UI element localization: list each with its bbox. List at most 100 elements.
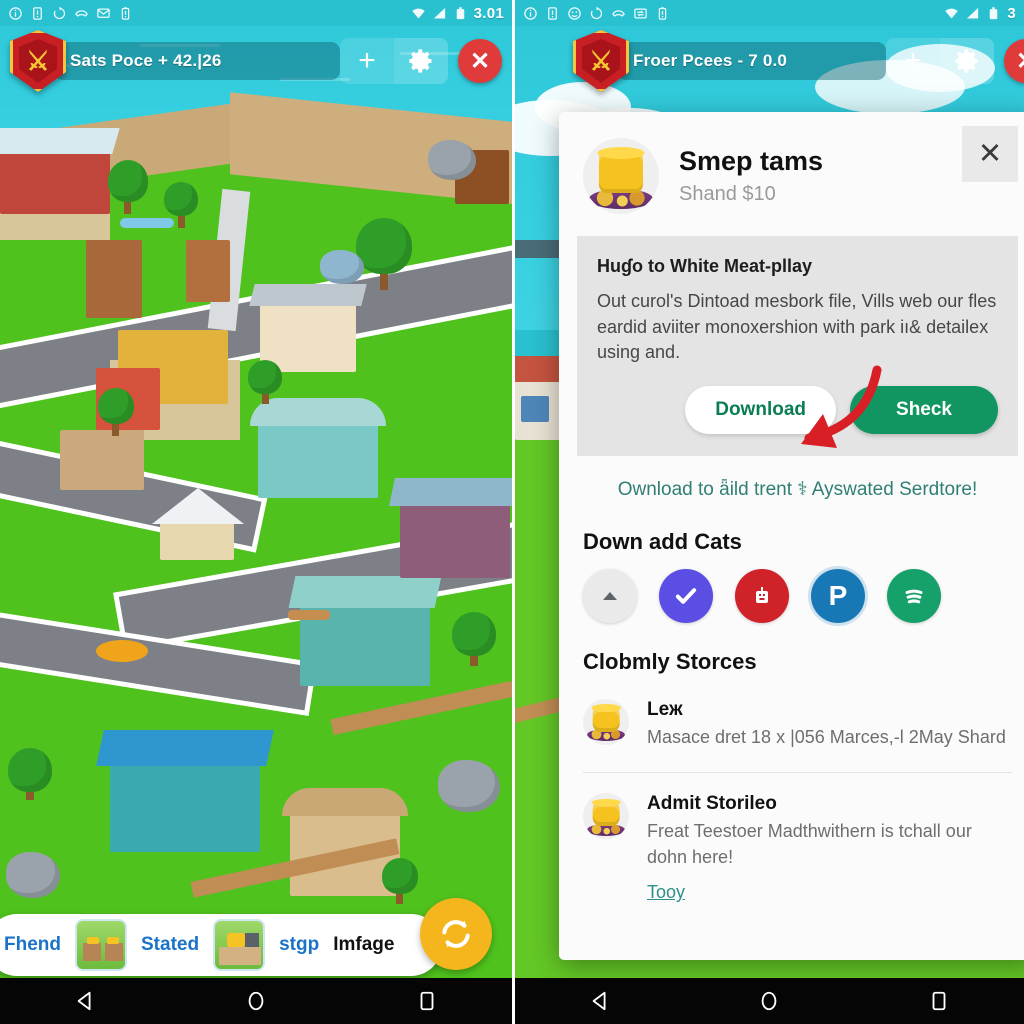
robot-icon[interactable] [735,568,789,623]
recents-icon[interactable] [926,988,952,1014]
game-map-background[interactable] [0,0,512,1024]
home-icon[interactable] [243,988,269,1014]
toolbar-thumb-1[interactable] [75,919,127,971]
right-phone-screen: 3 ⚔ Froer Pcees - 7 0.0 + ✕ Smep tams Sh… [512,0,1024,1024]
dual-screenshot-stage: 3.01 ⚔ Sats Poce + 42.|26 + ✕ Fhend Stat… [0,0,1024,1024]
settings-button-right[interactable] [940,38,994,84]
info-heading: Huɠo to White Meat-pllay [597,256,812,276]
dialog-header: Smep tams Shand $10 [559,112,1024,228]
status-system-icons-right: 3 [944,5,1016,22]
gear-icon [955,49,978,73]
stories-section-title: Clobmly Storces [583,648,757,674]
list-item-title: Leж [647,698,683,720]
download-dialog-wrapper: ✕ Smep tams Shand $10 Huɠo to White Meat… [559,112,1024,960]
coin-stack-icon [583,698,629,745]
list-item[interactable]: Leж Masace dret 18 x |056 Marces,-l 2May… [559,689,1024,769]
list-item-body: Admit Storileo Freat Teestoer Madthwithe… [647,793,1012,903]
info-button-row: Download Sheck [597,385,998,434]
battery-icon [990,6,998,19]
header-button-group: + [340,38,448,84]
status-notification-icons-right [523,6,670,21]
check-button[interactable]: Sheck [850,385,998,434]
list-item-description: Freat Teestoer Madthwithern is tchall ou… [647,821,972,867]
battery-alert-icon [658,6,667,20]
call-icon [612,9,625,17]
download-button[interactable]: Download [685,385,837,434]
refresh-sync-fab[interactable] [420,898,492,970]
transfer-icon [634,8,647,18]
address-bar-text-right: Froer Pcees - 7 0.0 [633,51,788,70]
home-icon[interactable] [756,988,782,1014]
status-notification-icons [8,6,133,21]
toolbar-label-image[interactable]: Imfage [333,934,394,956]
list-item-title: Admit Storileo [647,793,777,815]
status-clock-right: 3 [1007,4,1016,22]
toolbar-thumb-2[interactable] [213,919,266,971]
paypal-p-icon[interactable]: P [811,568,865,623]
status-clock: 3.01 [473,4,504,22]
dialog-close-button[interactable]: ✕ [962,126,1018,182]
info-icon [524,6,537,20]
sync-icon [590,6,603,19]
wifi-icon [945,8,959,18]
toolbar-label-stgp[interactable]: stgp [279,934,319,956]
android-nav-bar-right [515,978,1024,1024]
battery-icon [456,6,464,19]
list-item-body: Leж Masace dret 18 x |056 Marces,-l 2May… [647,699,1012,751]
shield-crest-icon: ⚔ [573,30,629,92]
add-tab-button[interactable]: + [340,38,394,84]
download-dialog: ✕ Smep tams Shand $10 Huɠo to White Meat… [559,112,1024,960]
close-browser-button-right[interactable]: ✕ [1004,39,1024,83]
sim-icon [33,6,42,20]
back-icon[interactable] [587,988,613,1014]
game-bottom-toolbar[interactable]: Fhend Stated stgp Imfage [0,914,442,976]
info-panel: Huɠo to White Meat-pllay Out curol's Din… [577,236,1018,456]
android-nav-bar [0,978,512,1024]
battery-alert-icon [121,6,130,20]
list-item-link[interactable]: Tooy [647,882,685,903]
page-title: Smep tams [679,146,824,177]
sync-icon [53,6,66,19]
check-circle-icon[interactable] [659,568,713,623]
list-item[interactable]: Admit Storileo Freat Teestoer Madthwithe… [559,773,1024,921]
game-header-bar-right: ⚔ Froer Pcees - 7 0.0 + ✕ [515,30,1024,92]
status-bar-right: 3 [515,0,1024,26]
info-body: Out curol's Dintoad mesbork file, Vills … [597,291,997,363]
game-header-bar: ⚔ Sats Poce + 42.|26 + ✕ [0,30,512,92]
promo-text: Ownload to ǟild trent ⚕ Ayswated Serdtor… [617,478,978,500]
header-button-group-right: + [886,38,994,84]
signal-icon [433,7,445,18]
app-chip-row: P [559,568,1024,629]
add-tab-button-right[interactable]: + [886,38,940,84]
back-icon[interactable] [72,988,98,1014]
message-icon [97,8,110,18]
address-bar-text: Sats Poce + 42.|26 [70,51,222,70]
toolbar-label-stated[interactable]: Stated [141,934,199,956]
settings-button[interactable] [394,38,448,84]
spotify-icon[interactable] [887,568,941,623]
left-phone-screen: 3.01 ⚔ Sats Poce + 42.|26 + ✕ Fhend Stat… [0,0,512,1024]
info-icon [9,6,22,20]
list-item-description: Masace dret 18 x |056 Marces,-l 2May Sha… [647,726,1006,747]
coin-stack-icon [583,138,659,214]
coin-stack-icon [583,793,629,840]
dialog-subtitle: Shand $10 [679,182,776,205]
shield-crest-icon: ⚔ [10,30,66,92]
address-bar[interactable]: Sats Poce + 42.|26 [54,42,340,80]
dialog-title-block: Smep tams Shand $10 [679,146,823,205]
status-bar: 3.01 [0,0,512,26]
close-browser-button[interactable]: ✕ [458,39,502,83]
triangle-up-icon[interactable] [583,568,637,623]
address-bar-right[interactable]: Froer Pcees - 7 0.0 [617,42,886,80]
recents-icon[interactable] [414,988,440,1014]
sim-icon [548,6,557,20]
gear-icon [409,49,432,73]
refresh-sync-icon [442,920,470,948]
signal-icon [967,7,979,18]
apps-section-title: Down add Cats [583,528,742,554]
status-system-icons: 3.01 [411,5,504,22]
toolbar-label-friend[interactable]: Fhend [4,934,61,956]
wifi-icon [411,8,425,18]
face-icon [568,6,581,20]
call-icon [75,9,88,17]
